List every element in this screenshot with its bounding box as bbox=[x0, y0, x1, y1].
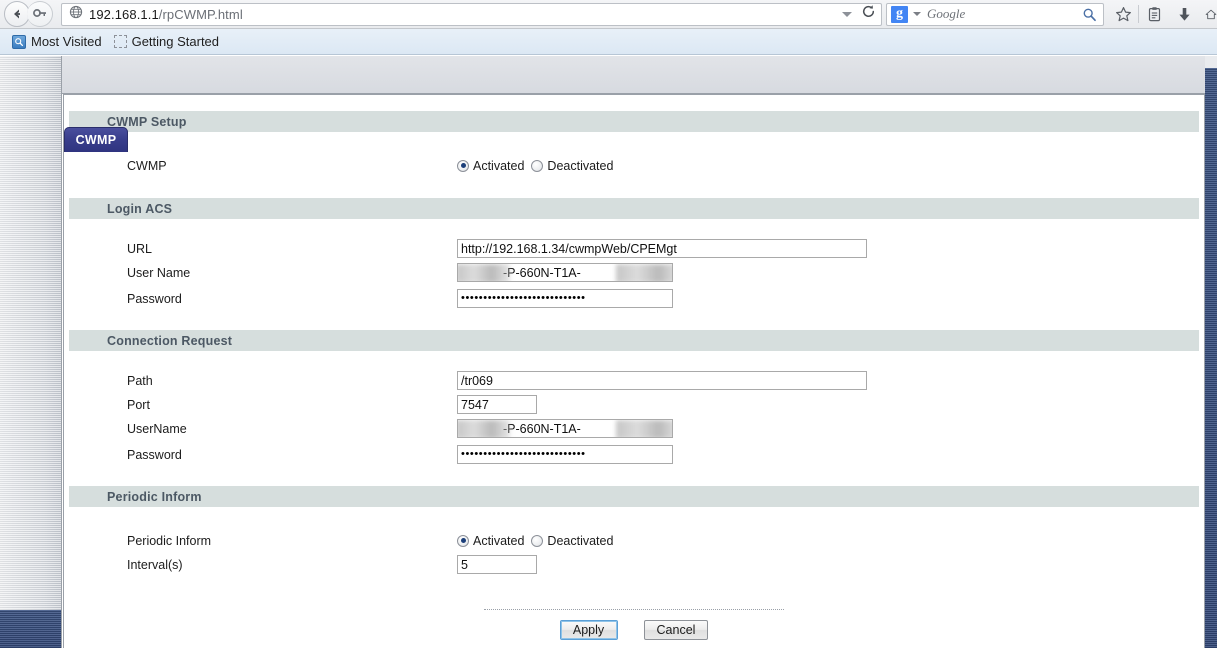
radio-cwmp-activated[interactable]: Activated bbox=[457, 159, 524, 173]
reading-list-icon[interactable] bbox=[1139, 1, 1169, 27]
search-engine-dropdown-icon[interactable] bbox=[913, 12, 921, 16]
section-header-connection-request: Connection Request bbox=[69, 330, 1199, 351]
bookmark-label: Most Visited bbox=[31, 34, 102, 49]
radio-periodic-activated[interactable]: Activated bbox=[457, 534, 524, 548]
row-periodic-inform: Periodic Inform Activated Deactivated bbox=[64, 529, 1204, 552]
toolbar-icon-group bbox=[1108, 1, 1217, 27]
cwmp-form-panel: CWMP Setup CWMP Activated Deactivated Lo… bbox=[63, 94, 1205, 648]
search-input[interactable]: Google bbox=[927, 6, 1082, 22]
most-visited-icon bbox=[12, 34, 26, 49]
row-acs-username: User Name -P-660N-T1A- bbox=[64, 261, 1204, 284]
acs-url-input[interactable] bbox=[457, 239, 867, 258]
radio-label: Activated bbox=[473, 158, 525, 173]
row-cwmp-enable: CWMP Activated Deactivated bbox=[64, 154, 1204, 177]
globe-icon bbox=[69, 5, 83, 24]
redaction-overlay-right bbox=[616, 420, 672, 437]
caret-down-icon[interactable] bbox=[842, 11, 852, 17]
bookmark-label: Getting Started bbox=[131, 34, 220, 49]
label-cwmp: CWMP bbox=[127, 158, 167, 173]
row-interval: Interval(s) bbox=[64, 553, 1204, 576]
magnifier-icon[interactable] bbox=[1082, 7, 1103, 22]
bookmark-most-visited[interactable]: Most Visited bbox=[6, 32, 108, 52]
connection-username-input[interactable]: -P-660N-T1A- bbox=[457, 419, 673, 438]
radio-group-periodic-inform: Activated Deactivated bbox=[457, 534, 613, 548]
url-host: 192.168.1.1 bbox=[89, 6, 159, 22]
label-port: Port bbox=[127, 397, 150, 412]
section-header-cwmp-setup: CWMP Setup bbox=[69, 111, 1199, 132]
redaction-overlay-left bbox=[458, 420, 510, 437]
radio-label: Deactivated bbox=[547, 158, 614, 173]
connection-path-input[interactable] bbox=[457, 371, 867, 390]
label-periodic-inform: Periodic Inform bbox=[127, 533, 212, 548]
row-cr-port: Port bbox=[64, 393, 1204, 416]
address-bar-actions bbox=[842, 4, 881, 24]
section-header-periodic-inform: Periodic Inform bbox=[69, 486, 1199, 507]
navigation-buttons bbox=[4, 1, 53, 27]
row-acs-url: URL bbox=[64, 237, 1204, 260]
browser-toolbar: 192.168.1.1/rpCWMP.html g Google bbox=[0, 0, 1217, 29]
star-icon[interactable] bbox=[1108, 1, 1138, 27]
search-bar[interactable]: g Google bbox=[886, 2, 1104, 26]
url-text: 192.168.1.1/rpCWMP.html bbox=[89, 7, 842, 22]
redaction-overlay-left bbox=[458, 264, 510, 281]
radio-periodic-deactivated[interactable]: Deactivated bbox=[531, 534, 613, 548]
label-cr-username: UserName bbox=[127, 421, 187, 436]
row-cr-password: Password •••••••••••••••••••••••••••• bbox=[64, 443, 1204, 466]
page-viewport: CWMP CWMP Setup CWMP Activated Deactivat… bbox=[0, 56, 1217, 648]
back-arrow-icon bbox=[14, 9, 20, 19]
radio-label: Activated bbox=[473, 533, 525, 548]
row-acs-password: Password •••••••••••••••••••••••••••• bbox=[64, 287, 1204, 310]
cancel-button[interactable]: Cancel bbox=[643, 620, 709, 640]
connection-password-input[interactable]: •••••••••••••••••••••••••••• bbox=[457, 445, 673, 464]
getting-started-icon bbox=[113, 35, 127, 48]
radio-button-icon[interactable] bbox=[457, 534, 469, 547]
radio-group-cwmp: Activated Deactivated bbox=[457, 159, 613, 173]
right-rail-top-cap bbox=[1205, 56, 1217, 68]
home-icon[interactable] bbox=[1199, 1, 1217, 27]
address-bar[interactable]: 192.168.1.1/rpCWMP.html bbox=[61, 2, 882, 26]
redaction-overlay-right bbox=[616, 264, 672, 281]
label-acs-password: Password bbox=[127, 291, 182, 306]
label-acs-username: User Name bbox=[127, 265, 191, 280]
forward-button[interactable] bbox=[27, 1, 53, 27]
acs-password-input[interactable]: •••••••••••••••••••••••••••• bbox=[457, 289, 673, 308]
google-g-logo: g bbox=[891, 5, 908, 23]
left-rail-footer bbox=[0, 610, 62, 648]
bookmark-getting-started[interactable]: Getting Started bbox=[108, 32, 225, 52]
reload-icon[interactable] bbox=[861, 4, 876, 24]
acs-username-input[interactable]: -P-660N-T1A- bbox=[457, 263, 673, 282]
connection-port-input[interactable] bbox=[457, 395, 537, 414]
label-path: Path bbox=[127, 373, 153, 388]
radio-cwmp-deactivated[interactable]: Deactivated bbox=[531, 159, 613, 173]
forward-arrow-icon bbox=[33, 8, 46, 17]
apply-button[interactable]: Apply bbox=[559, 620, 618, 640]
radio-button-icon[interactable] bbox=[531, 534, 544, 547]
label-url: URL bbox=[127, 241, 153, 256]
radio-label: Deactivated bbox=[547, 533, 614, 548]
row-cr-path: Path bbox=[64, 369, 1204, 392]
right-decorative-rail bbox=[1205, 56, 1217, 648]
radio-button-icon[interactable] bbox=[457, 159, 469, 172]
row-cr-username: UserName -P-660N-T1A- bbox=[64, 417, 1204, 440]
bookmarks-bar: Most Visited Getting Started bbox=[0, 29, 1217, 55]
url-path: /rpCWMP.html bbox=[158, 6, 243, 22]
interval-input[interactable] bbox=[457, 555, 537, 574]
left-decorative-rail bbox=[0, 56, 62, 648]
form-actions: Apply Cancel bbox=[64, 620, 1204, 640]
download-icon[interactable] bbox=[1169, 1, 1199, 27]
label-interval: Interval(s) bbox=[127, 557, 183, 572]
label-cr-password: Password bbox=[127, 447, 182, 462]
section-header-login-acs: Login ACS bbox=[69, 198, 1199, 219]
form-separator bbox=[484, 609, 784, 610]
tab-cwmp[interactable]: CWMP bbox=[64, 127, 128, 152]
radio-button-icon[interactable] bbox=[531, 159, 544, 172]
tab-strip bbox=[62, 56, 1205, 94]
